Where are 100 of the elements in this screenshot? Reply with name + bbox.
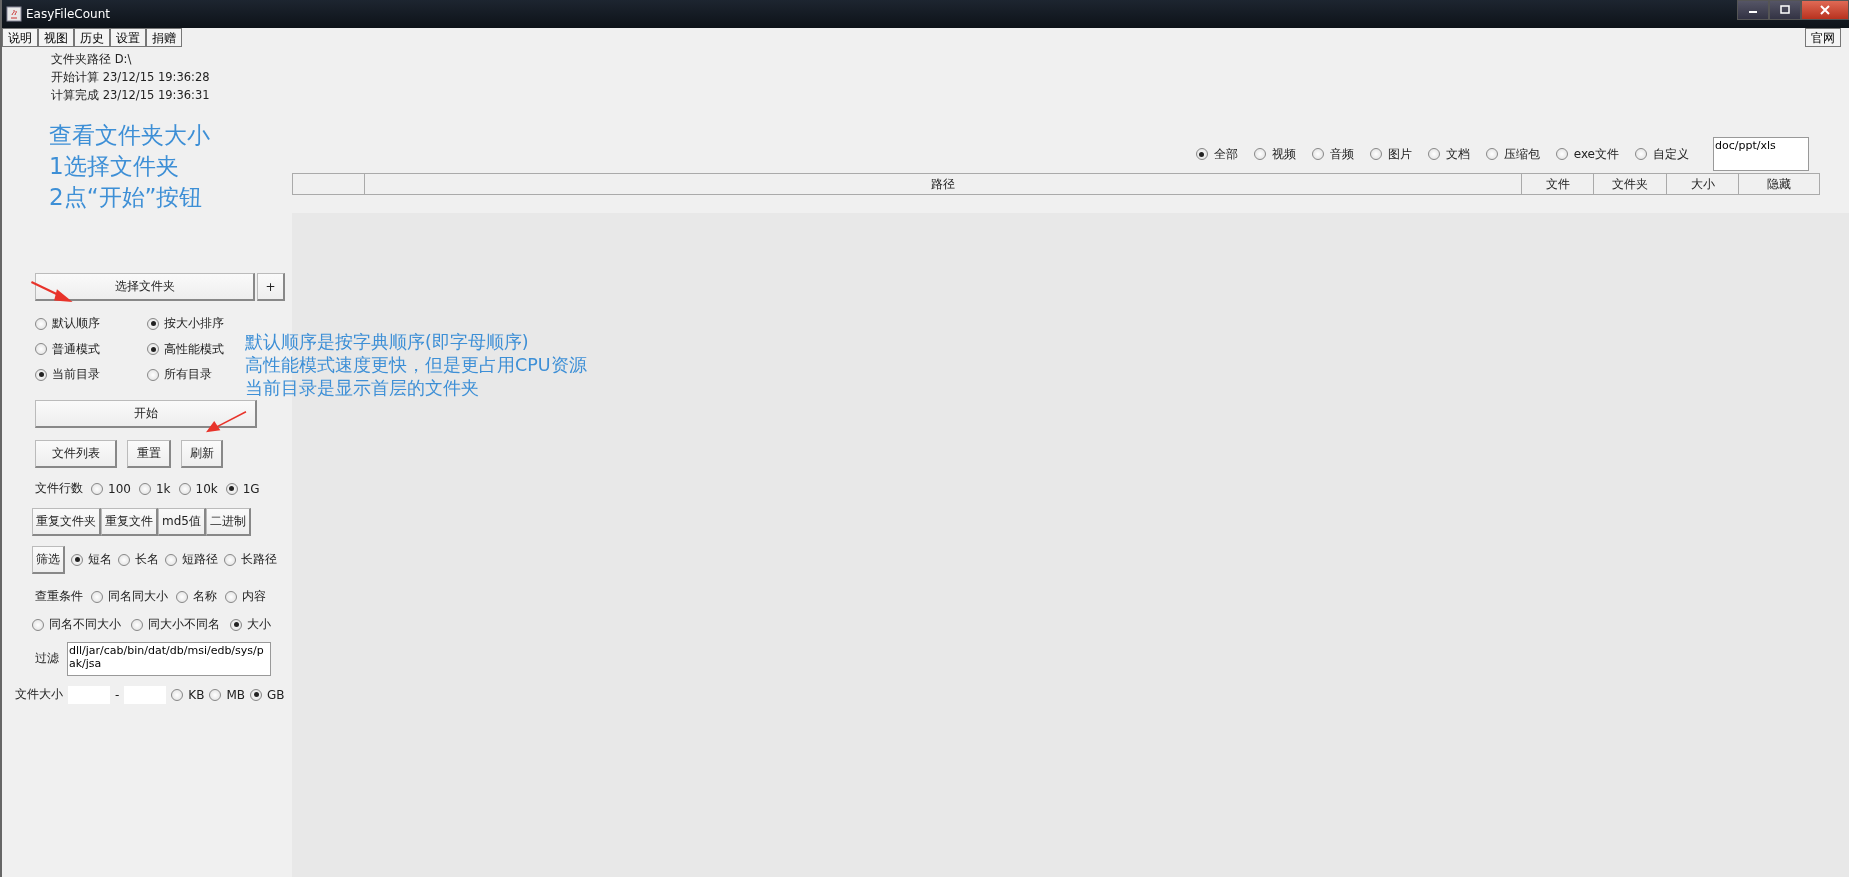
radio-option[interactable]: 压缩包 bbox=[1485, 145, 1540, 163]
column-header[interactable]: 大小 bbox=[1667, 174, 1739, 194]
radio-button[interactable] bbox=[1635, 148, 1647, 160]
action-button[interactable]: 刷新 bbox=[181, 439, 223, 468]
guide-text: 查看文件夹大小 bbox=[49, 121, 211, 150]
radio-button[interactable] bbox=[118, 553, 130, 566]
radio-button[interactable] bbox=[91, 590, 103, 603]
radio-option[interactable]: 图片 bbox=[1369, 145, 1412, 163]
radio-option[interactable]: MB bbox=[209, 687, 246, 702]
radio-option[interactable]: 自定义 bbox=[1635, 145, 1689, 163]
radio-option[interactable]: 短路径 bbox=[165, 551, 218, 568]
radio-button[interactable] bbox=[225, 482, 238, 495]
duplicate-button[interactable]: md5值 bbox=[158, 507, 206, 536]
add-button[interactable]: + bbox=[257, 273, 285, 301]
radio-option[interactable]: exe文件 bbox=[1555, 145, 1619, 163]
radio-option[interactable]: 1k bbox=[138, 481, 171, 496]
column-header[interactable]: 路径 bbox=[365, 174, 1522, 194]
radio-button[interactable] bbox=[147, 317, 159, 330]
radio-button[interactable] bbox=[35, 317, 47, 330]
radio-button[interactable] bbox=[224, 553, 236, 566]
radio-option[interactable]: 同名同大小 bbox=[91, 588, 168, 605]
menu-button[interactable]: 设置 bbox=[110, 28, 146, 47]
radio-option[interactable]: 10k bbox=[178, 481, 218, 496]
radio-option[interactable]: 长名 bbox=[118, 551, 159, 568]
custom-type-field[interactable]: doc/ppt/xls bbox=[1713, 137, 1809, 171]
exclude-field[interactable]: dll/jar/cab/bin/dat/db/msi/edb/sys/pak/jsa bbox=[67, 641, 271, 676]
annotation-text: 高性能模式速度更快，但是更占用CPU资源 bbox=[245, 354, 587, 377]
radio-button[interactable] bbox=[71, 553, 83, 566]
close-icon bbox=[1819, 5, 1831, 15]
radio-button[interactable] bbox=[147, 368, 159, 381]
radio-option[interactable]: 高性能模式 bbox=[147, 340, 224, 358]
radio-option[interactable]: 长路径 bbox=[224, 551, 277, 568]
start-button[interactable]: 开始 bbox=[35, 399, 257, 428]
guide-text: 2点“开始”按钮 bbox=[49, 183, 204, 212]
radio-option[interactable]: GB bbox=[250, 687, 285, 702]
radio-button[interactable] bbox=[35, 343, 47, 355]
radio-button[interactable] bbox=[1555, 148, 1568, 160]
radio-option[interactable]: 短名 bbox=[71, 551, 112, 568]
action-button[interactable]: 重置 bbox=[127, 439, 171, 468]
radio-button[interactable] bbox=[250, 688, 263, 701]
radio-button[interactable] bbox=[147, 343, 159, 355]
status-text: 开始计算 23/12/15 19:36:28 bbox=[51, 69, 211, 86]
minimize-button[interactable] bbox=[1737, 0, 1769, 20]
radio-button[interactable] bbox=[1369, 148, 1382, 160]
radio-option[interactable]: 音频 bbox=[1311, 145, 1354, 163]
duplicate-button[interactable]: 二进制 bbox=[205, 507, 251, 536]
filter-button[interactable]: 筛选 bbox=[32, 545, 65, 574]
window-title: EasyFileCount bbox=[26, 7, 110, 21]
duplicate-button[interactable]: 重复文件夹 bbox=[32, 507, 101, 536]
radio-option[interactable]: 大小 bbox=[230, 616, 271, 633]
menu-button[interactable]: 视图 bbox=[38, 28, 74, 47]
radio-option[interactable]: 名称 bbox=[176, 588, 217, 605]
file-size-label: 文件大小 bbox=[15, 686, 63, 703]
action-button[interactable]: 文件列表 bbox=[35, 439, 117, 468]
menu-button[interactable]: 历史 bbox=[74, 28, 110, 47]
radio-button[interactable] bbox=[131, 618, 143, 631]
radio-option[interactable]: 按大小排序 bbox=[147, 315, 224, 332]
condition-label: 查重条件 bbox=[35, 588, 83, 605]
radio-option[interactable]: 1G bbox=[225, 481, 260, 496]
menu-button[interactable]: 捐赠 bbox=[146, 28, 182, 47]
radio-option[interactable]: KB bbox=[171, 687, 205, 702]
radio-button[interactable] bbox=[1195, 148, 1208, 160]
radio-button[interactable] bbox=[1253, 148, 1266, 160]
radio-button[interactable] bbox=[138, 482, 151, 495]
radio-button[interactable] bbox=[91, 482, 103, 495]
radio-button[interactable] bbox=[165, 553, 177, 566]
radio-button[interactable] bbox=[178, 482, 191, 495]
radio-button[interactable] bbox=[230, 618, 242, 631]
maximize-button[interactable] bbox=[1769, 0, 1801, 20]
close-button[interactable] bbox=[1801, 0, 1849, 20]
duplicate-button[interactable]: 重复文件 bbox=[101, 507, 158, 536]
menu-button[interactable]: 说明 bbox=[2, 28, 38, 47]
radio-option[interactable]: 当前目录 bbox=[35, 366, 100, 383]
radio-button[interactable] bbox=[35, 368, 47, 381]
radio-option[interactable]: 100 bbox=[91, 481, 131, 496]
radio-button[interactable] bbox=[176, 590, 188, 603]
radio-option[interactable]: 文档 bbox=[1427, 145, 1470, 163]
radio-button[interactable] bbox=[225, 590, 237, 603]
select-folder-button[interactable]: 选择文件夹 bbox=[35, 273, 255, 301]
radio-option[interactable]: 所有目录 bbox=[147, 366, 212, 383]
guide-text: 1选择文件夹 bbox=[49, 152, 180, 181]
column-header[interactable]: 文件 bbox=[1522, 174, 1594, 194]
radio-option[interactable]: 全部 bbox=[1195, 145, 1238, 163]
annotation-text: 当前目录是显示首层的文件夹 bbox=[245, 377, 480, 400]
radio-option[interactable]: 视频 bbox=[1253, 145, 1296, 163]
radio-option[interactable]: 同名不同大小 bbox=[32, 616, 121, 633]
radio-option[interactable]: 同大小不同名 bbox=[131, 616, 220, 633]
radio-button[interactable] bbox=[209, 688, 222, 701]
radio-option[interactable]: 默认顺序 bbox=[35, 315, 100, 332]
radio-button[interactable] bbox=[1427, 148, 1440, 160]
radio-button[interactable] bbox=[1311, 148, 1324, 160]
radio-button[interactable] bbox=[171, 688, 184, 701]
radio-button[interactable] bbox=[1485, 148, 1498, 160]
column-header[interactable]: 隐藏 bbox=[1739, 174, 1819, 194]
radio-option[interactable]: 普通模式 bbox=[35, 340, 100, 358]
website-button[interactable]: 官网 bbox=[1805, 28, 1841, 47]
radio-option[interactable]: 内容 bbox=[225, 588, 266, 605]
annotation-text: 默认顺序是按字典顺序(即字母顺序) bbox=[245, 331, 530, 354]
column-header[interactable]: 文件夹 bbox=[1594, 174, 1667, 194]
radio-button[interactable] bbox=[32, 618, 44, 631]
